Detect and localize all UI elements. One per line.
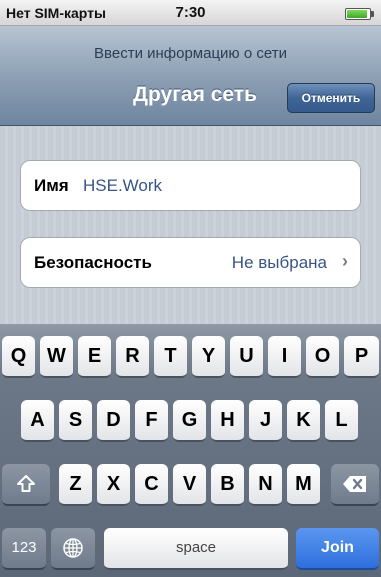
network-name-value[interactable]: HSE.Work xyxy=(83,176,162,196)
form-area: Имя HSE.Work Безопасность Не выбрана › xyxy=(0,126,381,324)
key-n[interactable]: N xyxy=(249,464,282,506)
key-g[interactable]: G xyxy=(173,400,206,442)
shift-icon xyxy=(17,475,35,492)
key-p[interactable]: P xyxy=(344,336,379,378)
key-j[interactable]: J xyxy=(249,400,282,442)
delete-key[interactable] xyxy=(331,464,379,506)
globe-icon xyxy=(63,538,83,558)
key-c[interactable]: C xyxy=(135,464,168,506)
globe-key[interactable] xyxy=(51,528,95,570)
key-s[interactable]: S xyxy=(59,400,92,442)
key-q[interactable]: Q xyxy=(2,336,35,378)
cancel-button[interactable]: Отменить xyxy=(287,83,375,113)
key-i[interactable]: I xyxy=(268,336,301,378)
network-name-field[interactable]: Имя HSE.Work xyxy=(20,160,361,211)
key-k[interactable]: K xyxy=(287,400,320,442)
key-f[interactable]: F xyxy=(135,400,168,442)
delete-icon xyxy=(343,476,366,492)
key-h[interactable]: H xyxy=(211,400,244,442)
key-l[interactable]: L xyxy=(325,400,358,442)
chevron-right-icon: › xyxy=(342,251,348,271)
key-b[interactable]: B xyxy=(211,464,244,506)
battery-full-icon xyxy=(345,8,374,20)
security-row[interactable]: Безопасность Не выбрана › xyxy=(20,237,361,288)
security-label: Безопасность xyxy=(34,253,152,272)
page-title: Другая сеть xyxy=(133,83,257,106)
key-e[interactable]: E xyxy=(78,336,111,378)
keyboard: Q W E R T Y U I O P A S D F G H J K L Z … xyxy=(0,324,381,577)
key-d[interactable]: D xyxy=(97,400,130,442)
status-bar: Нет SIM-карты 7:30 xyxy=(0,0,381,26)
key-x[interactable]: X xyxy=(97,464,130,506)
join-button[interactable]: Join xyxy=(296,528,379,570)
key-y[interactable]: Y xyxy=(192,336,225,378)
space-key[interactable]: space xyxy=(104,528,288,570)
shift-key[interactable] xyxy=(2,464,50,506)
key-o[interactable]: O xyxy=(306,336,339,378)
navigation-bar: Ввести информацию о сети Другая сеть Отм… xyxy=(0,26,381,126)
security-value: Не выбрана xyxy=(231,253,327,272)
network-name-label: Имя xyxy=(34,176,69,195)
key-a[interactable]: A xyxy=(21,400,54,442)
key-r[interactable]: R xyxy=(116,336,149,378)
key-m[interactable]: M xyxy=(287,464,320,506)
clock: 7:30 xyxy=(175,4,206,21)
key-u[interactable]: U xyxy=(230,336,263,378)
key-z[interactable]: Z xyxy=(59,464,92,506)
key-t[interactable]: T xyxy=(154,336,187,378)
key-v[interactable]: V xyxy=(173,464,206,506)
nav-prompt: Ввести информацию о сети xyxy=(94,45,287,62)
key-w[interactable]: W xyxy=(40,336,73,378)
numbers-key[interactable]: 123 xyxy=(2,528,46,570)
